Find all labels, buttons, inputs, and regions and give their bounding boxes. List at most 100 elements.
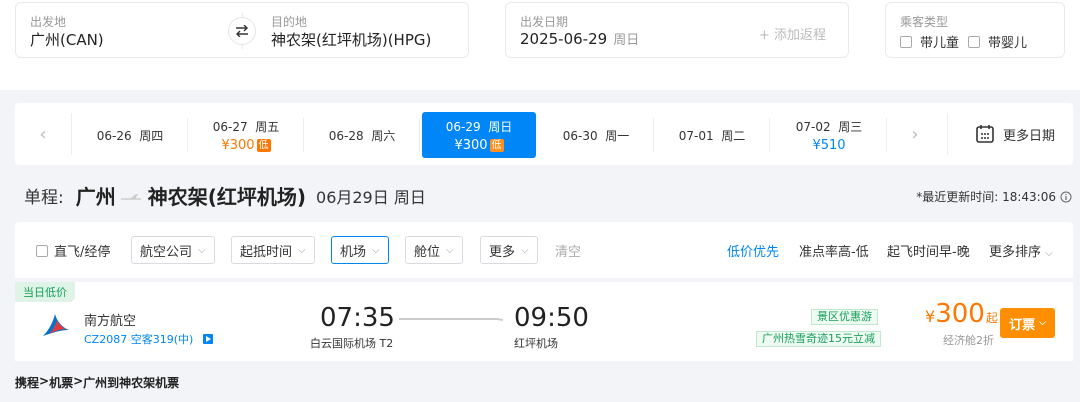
arrival-airport: 红坪机场 — [514, 337, 558, 350]
calendar-icon — [976, 125, 994, 143]
sort-price[interactable]: 低价优先 — [727, 241, 779, 260]
date-item[interactable]: 06-28 周六 — [304, 112, 420, 158]
sort-more-label: 更多排序 — [989, 245, 1042, 260]
date-item[interactable]: 06-30 周一 — [538, 112, 654, 158]
day-date: 06-28 — [328, 128, 364, 143]
departure-airport: 白云国际机场 T2 — [310, 337, 394, 350]
breadcrumb-separator: > — [73, 374, 84, 388]
promo-badge[interactable]: 景区优惠游 — [811, 309, 878, 325]
day-weekday: 周日 — [488, 119, 513, 134]
arrival-time: 09:50 — [514, 303, 589, 333]
play-icon[interactable] — [203, 334, 214, 344]
swap-icon[interactable] — [228, 17, 256, 45]
sort-departure[interactable]: 起飞时间早-晚 — [887, 241, 970, 260]
sort-ontime[interactable]: 准点率高-低 — [799, 241, 869, 260]
dest-field[interactable]: 神农架(红坪机场)(HPG) — [271, 29, 431, 50]
airline-filter[interactable]: 航空公司 ⌵ — [131, 236, 215, 264]
more-filter[interactable]: 更多 ⌵ — [480, 236, 538, 264]
infant-label: 带婴儿 — [988, 36, 1028, 51]
promo-badge[interactable]: 广州热雪奇迹15元立减 — [756, 331, 881, 347]
date-selector[interactable]: 出发日期 2025-06-29 周日 + 添加返程 — [505, 2, 849, 58]
plane-icon — [120, 193, 141, 200]
date-item-selected[interactable]: 06-29 周日 ¥300 低 — [422, 112, 536, 158]
depart-field[interactable]: 广州(CAN) — [30, 29, 104, 50]
breadcrumb-link[interactable]: 机票 — [49, 374, 73, 391]
route-arrow-icon — [399, 318, 503, 321]
route-selector: 出发地 广州(CAN) 目的地 神农架(红坪机场)(HPG) — [15, 2, 469, 58]
date-field[interactable]: 2025-06-29 周日 — [520, 29, 639, 48]
chevron-down-icon: ⌵ — [521, 244, 529, 256]
passenger-label: 乘客类型 — [900, 15, 949, 29]
dest-label: 目的地 — [271, 15, 308, 29]
filter-label: 更多 — [489, 244, 516, 260]
day-weekday: 周六 — [371, 128, 396, 143]
direct-label: 直飞/经停 — [54, 245, 111, 260]
search-panel: 出发地 广州(CAN) 目的地 神农架(红坪机场)(HPG) 出发日期 2025… — [0, 0, 1080, 90]
day-date: 06-27 — [212, 119, 248, 134]
next-dates-icon[interactable]: › — [887, 113, 943, 155]
chevron-down-icon: ⌵ — [1039, 318, 1046, 328]
prev-dates-icon[interactable]: ‹ — [15, 113, 71, 155]
chevron-down-icon: ⌵ — [372, 244, 380, 256]
breadcrumb: 携程 > 机票 > 广州到神农架机票 — [15, 374, 179, 391]
updated-text: *最近更新时间: 18:43:06 — [916, 190, 1056, 204]
date-value: 2025-06-29 — [520, 30, 608, 48]
flight-number-text: CZ2087 空客319(中) — [84, 333, 194, 346]
info-icon[interactable] — [1060, 191, 1072, 203]
day-price: ¥300 — [454, 137, 488, 153]
heading-date: 06月29日 周日 — [316, 187, 426, 207]
filter-label: 机场 — [340, 244, 367, 260]
airline-name: 南方航空 — [84, 314, 137, 329]
filter-label: 航空公司 — [140, 244, 193, 260]
child-checkbox[interactable]: 带儿童 — [900, 32, 959, 51]
flight-card[interactable]: 当日低价 南方航空 CZ2087 空客319(中) 07:35 白云国际机场 T… — [15, 282, 1073, 361]
price-suffix: 起 — [985, 311, 998, 325]
direct-filter[interactable]: 直飞/经停 — [36, 241, 110, 260]
more-dates-button[interactable]: 更多日期 — [975, 113, 1055, 155]
book-button[interactable]: 订票 ⌵ — [1000, 308, 1055, 338]
date-item[interactable]: 06-27 周五 ¥300 低 — [188, 112, 304, 158]
cabin-filter[interactable]: 舱位 ⌵ — [405, 236, 463, 264]
book-label: 订票 — [1009, 317, 1036, 333]
day-weekday: 周一 — [605, 128, 630, 143]
airport-filter[interactable]: 机场 ⌵ — [331, 236, 389, 264]
day-price: ¥510 — [812, 137, 846, 153]
date-weekday: 周日 — [613, 33, 640, 48]
depart-label: 出发地 — [30, 15, 67, 29]
child-label: 带儿童 — [920, 36, 960, 51]
departure-time: 07:35 — [320, 303, 395, 333]
day-price: ¥300 — [221, 137, 255, 153]
price-value: 300 — [935, 299, 985, 329]
infant-checkbox[interactable]: 带婴儿 — [968, 32, 1027, 51]
clear-button[interactable]: 清空 — [555, 241, 581, 260]
chevron-down-icon: ⌵ — [298, 244, 306, 256]
day-date: 07-01 — [678, 128, 714, 143]
low-badge: 低 — [256, 138, 271, 152]
chevron-down-icon: ⌵ — [198, 244, 206, 256]
day-date: 06-30 — [562, 128, 598, 143]
filter-bar: 直飞/经停 航空公司 ⌵ 起抵时间 ⌵ 机场 ⌵ 舱位 ⌵ 更多 ⌵ 清空 低价优先 准点… — [15, 222, 1073, 278]
date-item[interactable]: 06-26 周四 — [72, 112, 188, 158]
filter-label: 起抵时间 — [240, 244, 293, 260]
checkbox-icon — [36, 244, 48, 257]
add-return-button[interactable]: + 添加返程 — [759, 24, 826, 43]
date-item[interactable]: 07-01 周二 — [654, 112, 770, 158]
day-weekday: 周三 — [838, 119, 863, 134]
china-southern-logo-icon — [43, 314, 69, 336]
day-date: 07-02 — [795, 119, 831, 134]
price: ¥300 起 — [925, 299, 998, 329]
date-item[interactable]: 07-02 周三 ¥510 — [771, 112, 887, 158]
price-symbol: ¥ — [925, 307, 936, 326]
passenger-type: 乘客类型 带儿童 带婴儿 — [885, 2, 1065, 58]
lowest-price-tag: 当日低价 — [15, 282, 75, 302]
time-filter[interactable]: 起抵时间 ⌵ — [231, 236, 315, 264]
last-updated: *最近更新时间: 18:43:06 — [916, 188, 1072, 205]
date-label: 出发日期 — [520, 15, 569, 29]
flight-number[interactable]: CZ2087 空客319(中) — [84, 331, 214, 347]
breadcrumb-current: 广州到神农架机票 — [83, 376, 180, 390]
day-date: 06-26 — [96, 128, 132, 143]
cabin-class: 经济舱2折 — [943, 334, 994, 347]
breadcrumb-link[interactable]: 携程 — [15, 374, 39, 391]
sort-more[interactable]: 更多排序 ⌵ — [989, 241, 1053, 260]
checkbox-icon — [968, 35, 980, 48]
